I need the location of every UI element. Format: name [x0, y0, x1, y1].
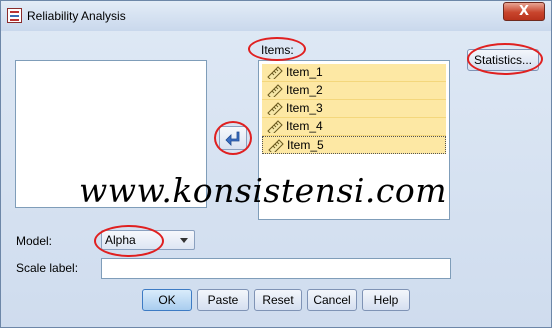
title-bar: Reliability Analysis X [1, 1, 551, 31]
annotation-oval-statistics [467, 43, 543, 75]
list-item[interactable]: Item_3 [262, 100, 446, 118]
item-label: Item_1 [286, 65, 323, 79]
paste-button[interactable]: Paste [197, 289, 249, 311]
annotation-oval-model [94, 225, 164, 257]
cancel-button[interactable]: Cancel [307, 289, 357, 311]
annotation-oval-items [248, 37, 306, 61]
help-button-label: Help [373, 293, 399, 307]
ok-button[interactable]: OK [142, 289, 192, 311]
ruler-icon [267, 120, 283, 133]
window-title: Reliability Analysis [27, 9, 126, 23]
reset-button[interactable]: Reset [254, 289, 302, 311]
chevron-down-icon [180, 238, 188, 243]
reliability-analysis-dialog: Reliability Analysis X Items: Item_1 Ite… [0, 0, 552, 328]
scale-label-label: Scale label: [16, 261, 79, 275]
scale-label-input[interactable] [101, 258, 451, 279]
ruler-icon [267, 84, 283, 97]
item-label: Item_3 [286, 101, 323, 115]
paste-button-label: Paste [207, 293, 239, 307]
ok-button-label: OK [158, 293, 176, 307]
list-item[interactable]: Item_5 [262, 136, 446, 154]
watermark: www.konsistensi.com [79, 171, 448, 210]
list-item[interactable]: Item_4 [262, 118, 446, 136]
app-icon [7, 8, 22, 23]
list-item[interactable]: Item_1 [262, 64, 446, 82]
item-label: Item_4 [286, 119, 323, 133]
item-label: Item_5 [287, 138, 324, 152]
ruler-icon [268, 139, 284, 152]
close-icon: X [518, 4, 530, 19]
help-button[interactable]: Help [362, 289, 410, 311]
model-label: Model: [16, 234, 53, 248]
list-item[interactable]: Item_2 [262, 82, 446, 100]
ruler-icon [267, 66, 283, 79]
cancel-button-label: Cancel [313, 293, 351, 307]
item-label: Item_2 [286, 83, 323, 97]
reset-button-label: Reset [262, 293, 294, 307]
annotation-oval-arrow [214, 121, 252, 155]
ruler-icon [267, 102, 283, 115]
close-button[interactable]: X [503, 2, 545, 21]
